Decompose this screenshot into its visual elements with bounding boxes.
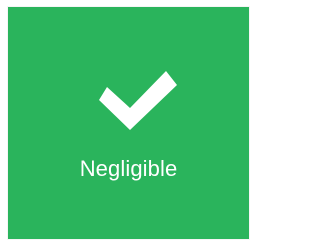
status-label: Negligible bbox=[79, 156, 178, 181]
page: Negligible bbox=[0, 0, 257, 245]
status-tile: Negligible bbox=[8, 7, 249, 239]
check-icon bbox=[99, 61, 181, 143]
